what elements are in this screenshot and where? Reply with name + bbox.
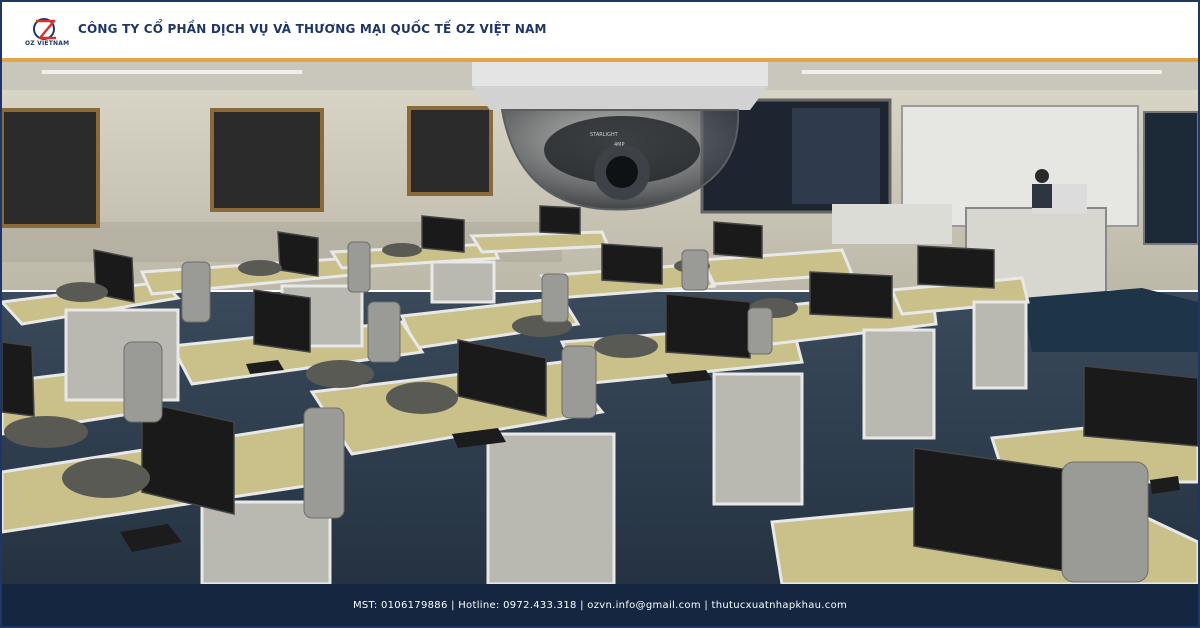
- header: OZ VIETNAM CÔNG TY CỔ PHẦN DỊCH VỤ VÀ TH…: [2, 2, 1198, 58]
- camera-label-starlight: STARLIGHT: [590, 132, 619, 138]
- banner-frame: OZ VIETNAM CÔNG TY CỔ PHẦN DỊCH VỤ VÀ TH…: [0, 0, 1200, 628]
- logo-label: OZ VIETNAM: [25, 40, 70, 47]
- footer-contact-line: MST: 0106179886 | Hotline: 0972.433.318 …: [352, 600, 848, 611]
- footer-bar: MST: 0106179886 | Hotline: 0972.433.318 …: [2, 584, 1198, 626]
- camera-label-4mp: 4MP: [614, 142, 625, 148]
- company-name: CÔNG TY CỔ PHẦN DỊCH VỤ VÀ THƯƠNG MẠI QU…: [78, 22, 547, 36]
- classroom-photo: STARLIGHT 4MP: [2, 62, 1198, 584]
- classroom-illustration: STARLIGHT 4MP: [2, 62, 1198, 584]
